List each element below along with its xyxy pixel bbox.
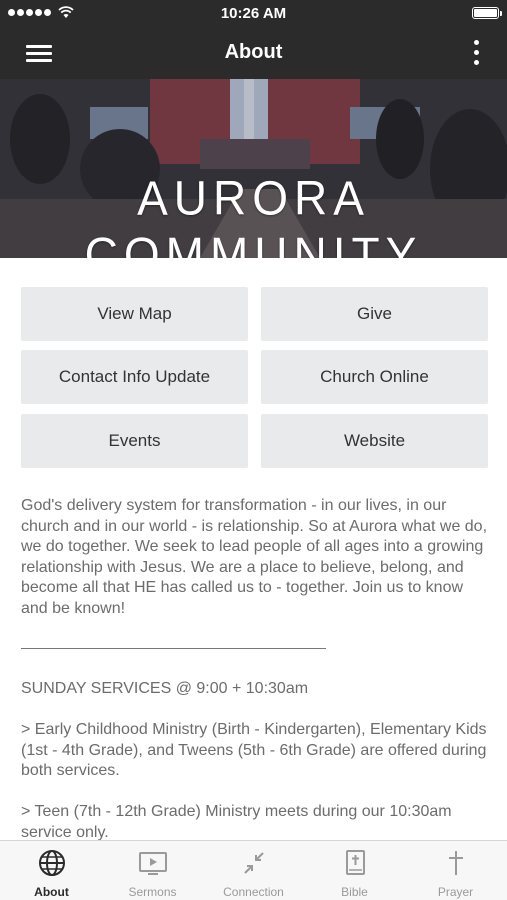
- brand-title: AURORA COMMUNITY: [84, 170, 423, 258]
- tab-prayer[interactable]: Prayer: [405, 841, 506, 900]
- tab-label-bible: Bible: [341, 885, 368, 899]
- video-play-icon: [139, 852, 167, 875]
- globe-icon: [39, 850, 65, 876]
- children-ministry-text: > Early Childhood Ministry (Birth - Kind…: [21, 721, 487, 779]
- services-heading: SUNDAY SERVICES @ 9:00 + 10:30am: [21, 680, 309, 697]
- more-options-icon[interactable]: [471, 39, 481, 67]
- events-button[interactable]: Events: [21, 414, 248, 468]
- tab-label-prayer: Prayer: [437, 885, 474, 899]
- tab-connection[interactable]: Connection: [203, 841, 304, 900]
- status-bar: 10:26 AM: [0, 0, 507, 26]
- header-banner-image: AURORA COMMUNITY: [0, 79, 507, 258]
- battery-icon: [472, 7, 502, 19]
- tab-bar: About Sermons Connection Bible Prayer: [0, 840, 507, 900]
- divider: [21, 648, 326, 649]
- bible-icon: [346, 850, 365, 875]
- tab-bible[interactable]: Bible: [304, 841, 405, 900]
- contact-info-update-button[interactable]: Contact Info Update: [21, 350, 248, 404]
- church-online-button[interactable]: Church Online: [261, 350, 488, 404]
- tab-label-about: About: [34, 885, 69, 899]
- page-title: About: [224, 41, 283, 63]
- give-button[interactable]: Give: [261, 287, 488, 341]
- teen-ministry-text: > Teen (7th - 12th Grade) Ministry meets…: [21, 803, 452, 841]
- cross-icon: [449, 851, 463, 875]
- tab-sermons[interactable]: Sermons: [102, 841, 203, 900]
- arrows-in-icon: [244, 852, 264, 874]
- tab-label-connection: Connection: [223, 885, 284, 899]
- tab-label-sermons: Sermons: [128, 885, 177, 899]
- about-description: God's delivery system for transformation…: [21, 497, 488, 617]
- website-button[interactable]: Website: [261, 414, 488, 468]
- view-map-button[interactable]: View Map: [21, 287, 248, 341]
- status-time: 10:26 AM: [220, 5, 287, 22]
- nav-bar: About: [0, 26, 507, 79]
- tab-about[interactable]: About: [1, 841, 102, 900]
